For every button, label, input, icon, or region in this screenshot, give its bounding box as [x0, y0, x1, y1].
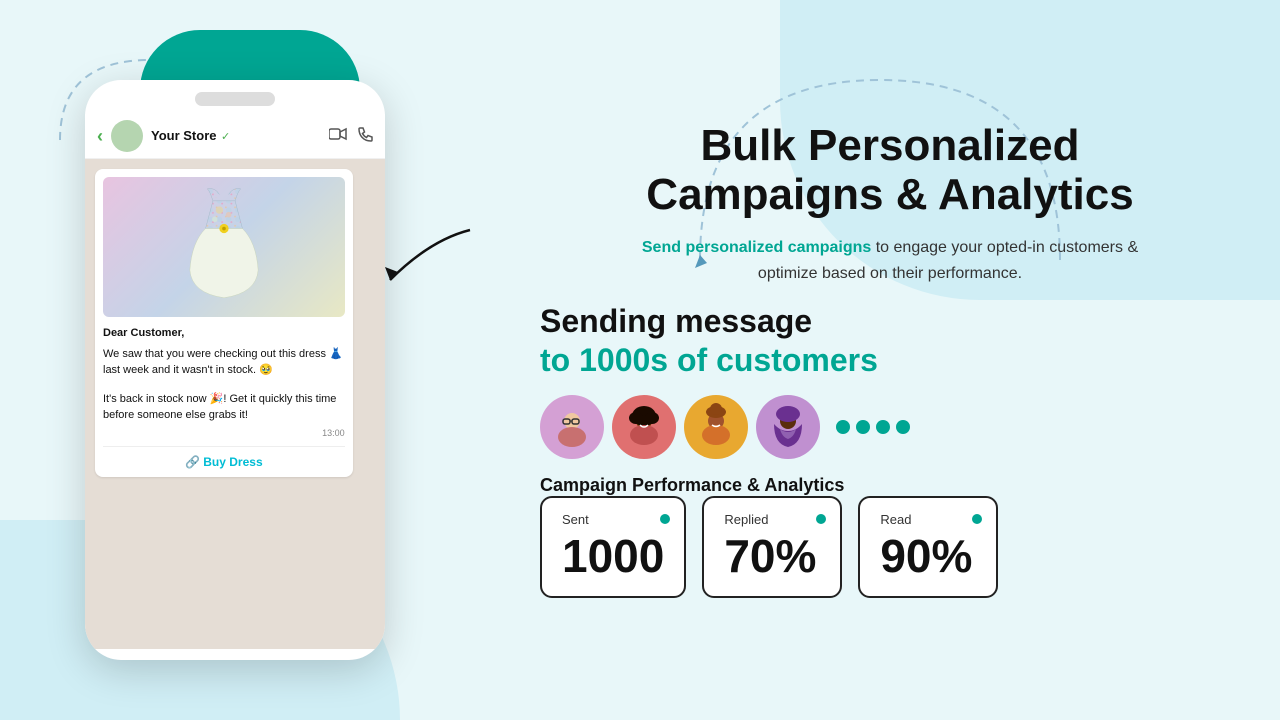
phone-call-icon[interactable]: [357, 127, 373, 146]
replied-dot: [816, 514, 826, 524]
phone-mockup: ‹ Your Store ✓: [85, 80, 385, 660]
dress-image: [103, 177, 345, 317]
dot-1: [836, 420, 850, 434]
whatsapp-header: ‹ Your Store ✓: [85, 114, 385, 159]
analytics-title: Campaign Performance & Analytics: [540, 475, 1240, 496]
verified-badge: ✓: [221, 131, 230, 143]
arrow-decoration: [380, 220, 480, 300]
analytics-cards: Sent 1000 Replied 70% Read 90%: [540, 496, 1240, 598]
title-line1: Bulk Personalized: [540, 122, 1240, 170]
message-time: 13:00: [103, 428, 345, 438]
sending-line2: to 1000s of customers: [540, 341, 1240, 379]
main-layout: ‹ Your Store ✓: [0, 0, 1280, 720]
customer-avatar-3: [684, 395, 748, 459]
sent-label: Sent: [562, 512, 664, 527]
phone-notch: [195, 92, 275, 106]
sending-title: Sending message to 1000s of customers: [540, 302, 1240, 379]
customer-avatar-4: [756, 395, 820, 459]
analytics-card-read: Read 90%: [858, 496, 998, 598]
message-bubble: Dear Customer, We saw that you were chec…: [95, 169, 353, 477]
greeting: Dear Customer,: [103, 325, 345, 342]
video-call-icon[interactable]: [329, 127, 347, 146]
back-icon[interactable]: ‹: [97, 126, 103, 147]
replied-value: 70%: [724, 531, 820, 582]
left-section: ‹ Your Store ✓: [40, 20, 500, 700]
sent-value: 1000: [562, 531, 664, 582]
read-label: Read: [880, 512, 976, 527]
analytics-card-sent: Sent 1000: [540, 496, 686, 598]
read-dot: [972, 514, 982, 524]
message-body2: It's back in stock now 🎉! Get it quickly…: [103, 391, 345, 424]
subtitle-highlight: Send personalized campaigns: [642, 239, 871, 256]
subtitle-block: Send personalized campaigns to engage yo…: [630, 235, 1150, 286]
store-avatar: [111, 120, 143, 152]
analytics-card-replied: Replied 70%: [702, 496, 842, 598]
read-value: 90%: [880, 531, 976, 582]
main-title: Bulk Personalized Campaigns & Analytics: [540, 122, 1240, 219]
sent-dot: [660, 514, 670, 524]
dot-4: [896, 420, 910, 434]
link-icon: 🔗: [185, 455, 203, 469]
wa-action-icons: [329, 127, 373, 146]
sending-line1: Sending message: [540, 302, 1240, 340]
right-section: Bulk Personalized Campaigns & Analytics …: [500, 122, 1240, 597]
replied-label: Replied: [724, 512, 820, 527]
customer-avatar-1: [540, 395, 604, 459]
whatsapp-chat: Dear Customer, We saw that you were chec…: [85, 159, 385, 649]
customer-avatar-2: [612, 395, 676, 459]
store-name: Your Store: [151, 128, 217, 143]
cta-button[interactable]: 🔗 Buy Dress: [103, 446, 345, 469]
more-dots: [836, 420, 910, 434]
analytics-section: Campaign Performance & Analytics Sent 10…: [540, 475, 1240, 598]
dress-svg: [184, 187, 264, 307]
message-text: Dear Customer, We saw that you were chec…: [103, 325, 345, 379]
dot-2: [856, 420, 870, 434]
title-line2: Campaigns & Analytics: [540, 171, 1240, 219]
message-body1: We saw that you were checking out this d…: [103, 348, 343, 377]
cta-label: Buy Dress: [203, 455, 262, 469]
dot-3: [876, 420, 890, 434]
customers-avatars-row: [540, 395, 1240, 459]
